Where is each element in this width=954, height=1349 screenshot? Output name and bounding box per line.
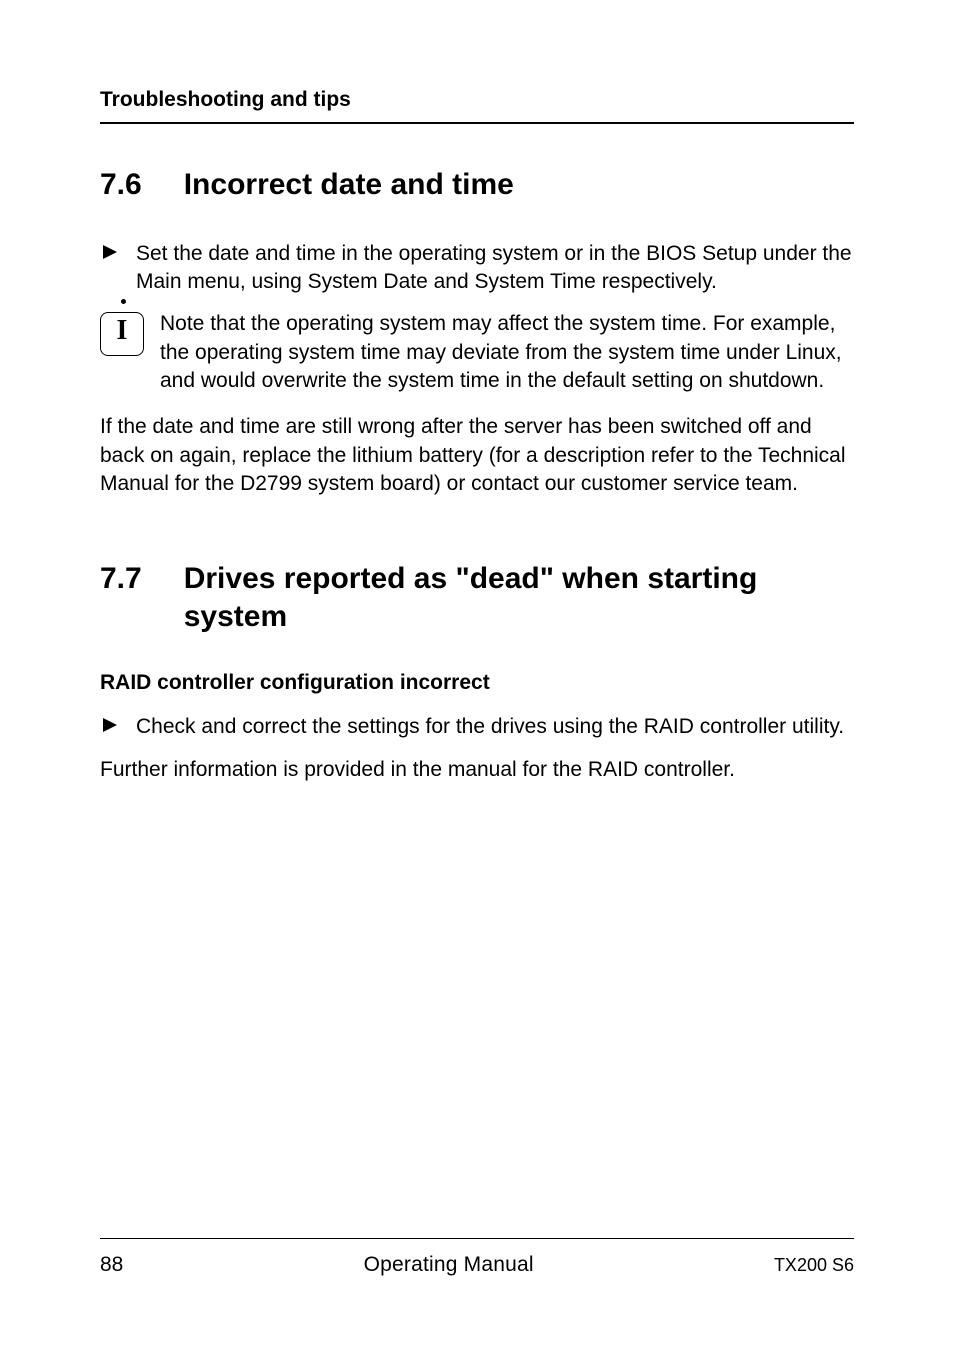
- step-text: Set the date and time in the operating s…: [136, 240, 854, 297]
- step-item: Set the date and time in the operating s…: [100, 240, 854, 297]
- page-content: Troubleshooting and tips 7.6 Incorrect d…: [100, 88, 854, 1277]
- heading-title: Drives reported as "dead" when starting …: [184, 560, 854, 635]
- note-text: Note that the operating system may affec…: [160, 310, 854, 395]
- heading-7-7: 7.7 Drives reported as "dead" when start…: [100, 560, 854, 635]
- triangle-bullet-icon: [100, 713, 120, 741]
- step-text: Check and correct the settings for the d…: [136, 713, 854, 741]
- running-header: Troubleshooting and tips: [100, 88, 854, 124]
- heading-title: Incorrect date and time: [184, 166, 854, 204]
- paragraph: Further information is provided in the m…: [100, 756, 854, 784]
- triangle-bullet-icon: [100, 240, 120, 297]
- page-footer: 88 Operating Manual TX200 S6: [100, 1238, 854, 1277]
- heading-number: 7.6: [100, 166, 142, 204]
- sub-heading: RAID controller configuration incorrect: [100, 671, 854, 695]
- note-block: I Note that the operating system may aff…: [100, 310, 854, 395]
- footer-right: TX200 S6: [774, 1255, 854, 1276]
- step-item: Check and correct the settings for the d…: [100, 713, 854, 741]
- info-icon: I: [100, 312, 144, 356]
- heading-7-6: 7.6 Incorrect date and time: [100, 166, 854, 204]
- heading-number: 7.7: [100, 560, 142, 635]
- footer-center: Operating Manual: [123, 1253, 774, 1277]
- page-number: 88: [100, 1253, 123, 1277]
- paragraph: If the date and time are still wrong aft…: [100, 413, 854, 498]
